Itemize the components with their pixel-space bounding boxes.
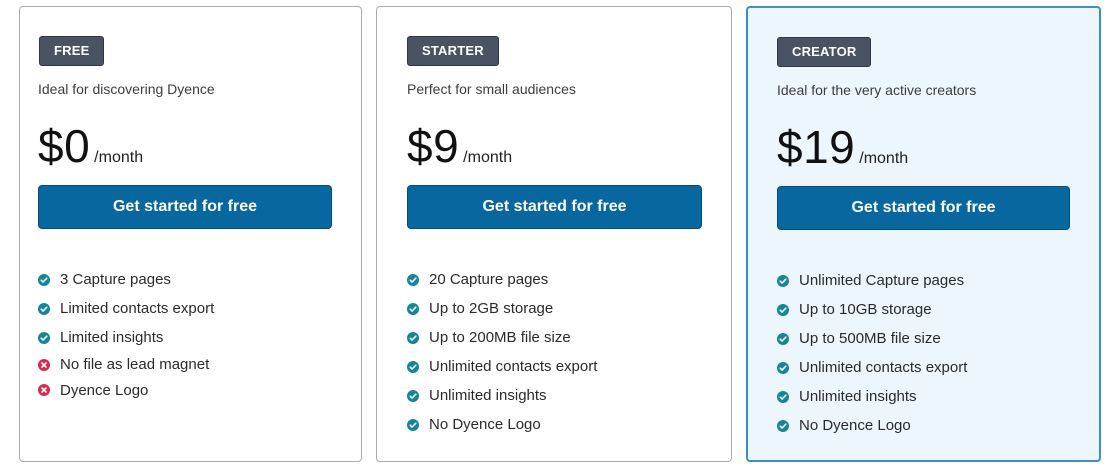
check-circle-icon [777, 332, 789, 345]
feature-text: Dyence Logo [60, 381, 149, 399]
feature-text: No Dyence Logo [429, 416, 541, 433]
feature-item: Up to 2GB storage [407, 294, 597, 323]
feature-text: Unlimited insights [799, 388, 917, 405]
feature-item: Unlimited insights [777, 382, 967, 411]
plan-badge: STARTER [407, 36, 499, 66]
feature-text: Limited insights [60, 329, 164, 346]
feature-item: Limited insights [38, 323, 214, 352]
price-amount: $19 [777, 121, 856, 173]
check-circle-icon [407, 302, 419, 315]
get-started-button[interactable]: Get started for free [38, 185, 332, 229]
check-circle-icon [777, 419, 789, 432]
price-amount: $9 [407, 120, 460, 172]
check-circle-icon [407, 360, 419, 373]
get-started-button[interactable]: Get started for free [407, 185, 702, 229]
feature-item: Unlimited contacts export [777, 353, 967, 382]
plan-price: $9 /month [407, 119, 512, 173]
check-circle-icon [777, 303, 789, 316]
feature-text: No Dyence Logo [799, 417, 911, 434]
feature-item: Up to 200MB file size [407, 323, 597, 352]
plan-badge: CREATOR [777, 37, 872, 67]
plan-price: $0 /month [38, 119, 143, 173]
feature-list: 20 Capture pages Up to 2GB storage Up to 2… [407, 265, 597, 439]
feature-item: No file as lead magnet [38, 352, 214, 378]
check-circle-icon [38, 331, 50, 344]
feature-item: No Dyence Logo [407, 410, 597, 439]
price-amount: $0 [38, 120, 91, 172]
feature-text: 3 Capture pages [60, 271, 171, 288]
feature-item: Up to 10GB storage [777, 295, 967, 324]
plan-badge: FREE [39, 36, 105, 66]
check-circle-icon [407, 331, 419, 344]
plan-tagline: Perfect for small audiences [407, 81, 576, 97]
price-period: /month [463, 149, 513, 166]
feature-item: Unlimited contacts export [407, 352, 597, 381]
feature-item: No Dyence Logo [777, 411, 967, 440]
check-circle-icon [777, 361, 789, 374]
feature-item: Unlimited Capture pages [777, 266, 967, 295]
feature-text: Up to 10GB storage [799, 301, 932, 318]
feature-item: Dyence Logo [38, 378, 214, 404]
feature-text: Unlimited Capture pages [799, 272, 965, 289]
feature-text: Up to 2GB storage [429, 300, 554, 317]
feature-text: Unlimited contacts export [429, 358, 598, 375]
feature-text: Unlimited contacts export [799, 359, 968, 376]
feature-text: Limited contacts export [60, 300, 215, 317]
plan-tagline: Ideal for discovering Dyence [38, 81, 215, 97]
price-period: /month [94, 149, 144, 166]
check-circle-icon [777, 390, 789, 403]
feature-text: No file as lead magnet [60, 356, 210, 374]
feature-item: Limited contacts export [38, 294, 214, 323]
check-circle-icon [38, 302, 50, 315]
get-started-button[interactable]: Get started for free [777, 186, 1070, 230]
plan-tagline: Ideal for the very active creators [777, 82, 977, 98]
feature-text: Unlimited insights [429, 387, 547, 404]
check-circle-icon [407, 389, 419, 402]
feature-item: Unlimited insights [407, 381, 597, 410]
plan-card-free: FREE Ideal for discovering Dyence $0 /mo… [19, 6, 362, 462]
feature-item: Up to 500MB file size [777, 324, 967, 353]
feature-list: 3 Capture pages Limited contacts export Li… [38, 265, 214, 403]
check-circle-icon [38, 273, 50, 286]
check-circle-icon [407, 418, 419, 431]
feature-text: Up to 200MB file size [429, 329, 571, 346]
plan-card-creator: CREATOR Ideal for the very active creato… [746, 6, 1101, 462]
plan-price: $19 /month [777, 120, 908, 174]
check-circle-icon [407, 273, 419, 286]
feature-text: 20 Capture pages [429, 271, 549, 288]
feature-list: Unlimited Capture pages Up to 10GB storag… [777, 266, 967, 440]
feature-item: 3 Capture pages [38, 265, 214, 294]
plan-card-starter: STARTER Perfect for small audiences $9 /… [376, 6, 732, 462]
price-period: /month [859, 150, 909, 167]
x-circle-icon [38, 384, 50, 397]
feature-item: 20 Capture pages [407, 265, 597, 294]
feature-text: Up to 500MB file size [799, 330, 941, 347]
check-circle-icon [777, 274, 789, 287]
x-circle-icon [38, 358, 50, 371]
